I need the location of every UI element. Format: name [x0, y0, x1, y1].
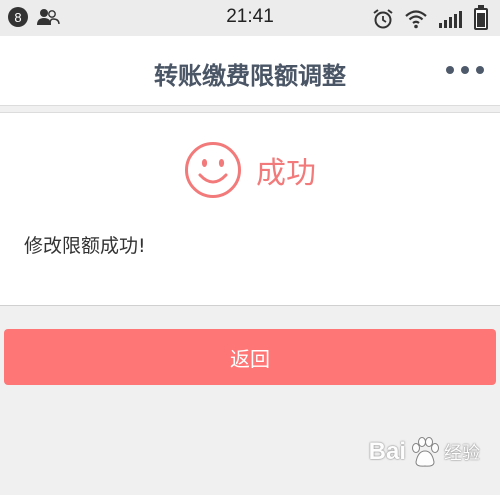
baidu-watermark: Bai 经验: [369, 436, 480, 468]
result-card: 成功 修改限额成功!: [0, 112, 500, 306]
more-dots-icon[interactable]: [446, 66, 484, 74]
battery-level: [477, 12, 485, 27]
alarm-clock-icon: [373, 9, 393, 29]
smile-icon: [185, 142, 241, 198]
back-button[interactable]: 返回: [4, 329, 496, 385]
dot: [461, 66, 469, 74]
dot: [476, 66, 484, 74]
status-bar: 8 21:41: [0, 0, 500, 36]
signal-icon: [439, 11, 462, 28]
battery-icon: [474, 5, 488, 30]
dot: [446, 66, 454, 74]
page-title: 转账缴费限额调整: [154, 62, 346, 90]
watermark-suffix: 经验: [444, 443, 480, 463]
paw-logo-icon: [412, 437, 439, 467]
result-message: 修改限额成功!: [24, 235, 146, 257]
success-title: 成功: [256, 156, 316, 191]
wifi-icon: [405, 10, 427, 29]
success-header: 成功: [0, 141, 500, 199]
status-right: [372, 8, 464, 30]
nav-bar: 转账缴费限额调整: [0, 36, 500, 106]
watermark-brand: Bai: [368, 438, 406, 465]
